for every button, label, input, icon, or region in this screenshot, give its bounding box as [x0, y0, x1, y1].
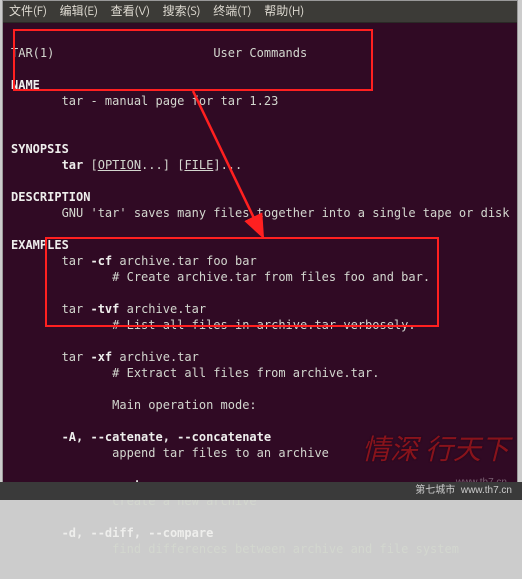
opt-A-flags: -A, --catenate, --concatenate — [62, 430, 272, 444]
example3-note: # Extract all files from archive.tar. — [112, 366, 379, 380]
section-examples: EXAMPLES — [11, 238, 69, 252]
footer-url: www.th7.cn — [461, 485, 512, 496]
menu-file[interactable]: 文件(F) — [9, 5, 47, 18]
example2-cmd: tar -tvf archive.tar — [62, 302, 207, 316]
menu-search[interactable]: 搜索(S) — [163, 5, 201, 18]
menu-view[interactable]: 查看(V) — [111, 5, 150, 18]
example1-note: # Create archive.tar from files foo and … — [112, 270, 430, 284]
opt-d-desc: find differences between archive and fil… — [112, 542, 459, 556]
footer-brand: 第七城市 — [415, 485, 455, 496]
menu-terminal[interactable]: 终端(T) — [213, 5, 251, 18]
man-header-left: TAR(1) — [11, 46, 54, 60]
man-header-center: User Commands — [213, 46, 307, 60]
menubar: 文件(F) 编辑(E) 查看(V) 搜索(S) 终端(T) 帮助(H) — [3, 1, 517, 23]
example3-cmd: tar -xf archive.tar — [62, 350, 199, 364]
menu-help[interactable]: 帮助(H) — [264, 5, 304, 18]
section-name: NAME — [11, 78, 40, 92]
section-synopsis: SYNOPSIS — [11, 142, 69, 156]
example1-cmd: tar -cf archive.tar foo bar — [62, 254, 257, 268]
mode-heading: Main operation mode: — [112, 398, 257, 412]
menu-edit[interactable]: 编辑(E) — [60, 5, 98, 18]
opt-d-flags: -d, --diff, --compare — [62, 526, 214, 540]
description-line: GNU 'tar' saves many files together into… — [62, 206, 510, 220]
synopsis-cmd: tar — [62, 158, 84, 172]
name-line: tar - manual page for tar 1.23 — [62, 94, 279, 108]
opt-A-desc: append tar files to an archive — [112, 446, 329, 460]
synopsis-file: FILE — [184, 158, 213, 172]
terminal-window: 文件(F) 编辑(E) 查看(V) 搜索(S) 终端(T) 帮助(H) TAR(… — [2, 0, 518, 497]
synopsis-option: OPTION — [98, 158, 141, 172]
section-description: DESCRIPTION — [11, 190, 90, 204]
example2-note: # List all files in archive.tar verbosel… — [112, 318, 415, 332]
page-footer: 第七城市 www.th7.cn — [0, 482, 522, 500]
